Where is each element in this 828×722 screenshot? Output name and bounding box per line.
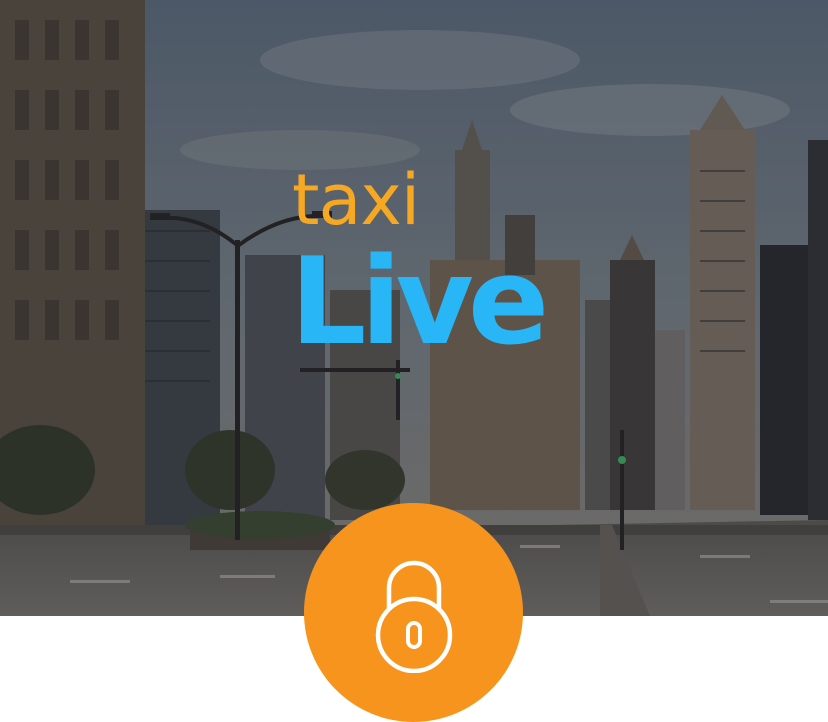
splash-screen: taxi Live: [0, 0, 828, 722]
logo-taxi-text: taxi: [292, 159, 420, 241]
app-logo: taxi Live: [290, 159, 592, 380]
padlock-icon: [375, 560, 452, 673]
lock-badge: [304, 503, 523, 722]
logo-live-text: Live: [290, 233, 549, 372]
